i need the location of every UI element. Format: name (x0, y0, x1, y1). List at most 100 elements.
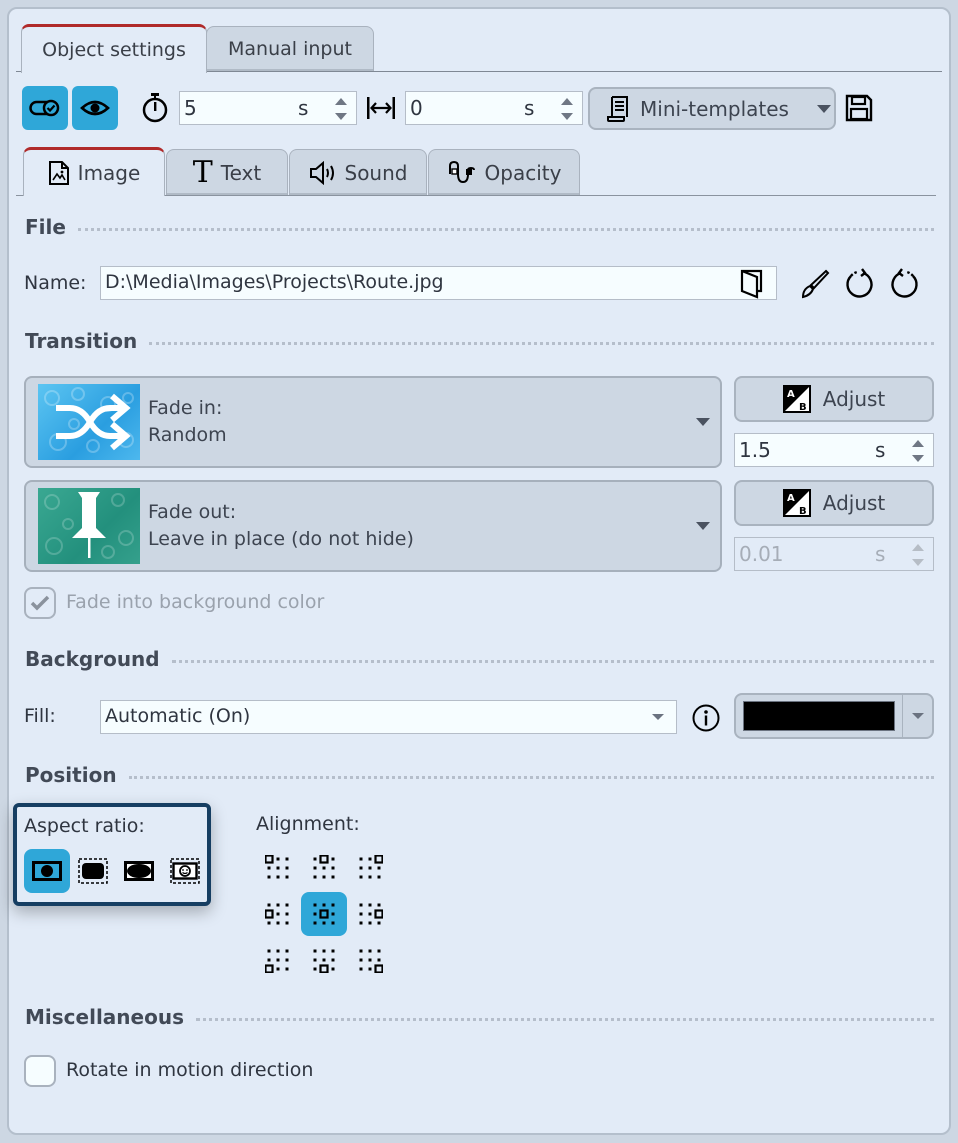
adjust-label: Adjust (822, 491, 886, 515)
fade-into-bg-checkbox[interactable] (24, 587, 56, 619)
tab-manual-input[interactable]: Manual input (206, 26, 374, 71)
subtab-label: Image (77, 161, 141, 185)
fade-in-duration-stepper[interactable] (911, 439, 925, 463)
fade-out-adjust-button[interactable]: A B Adjust (734, 480, 934, 526)
fade-in-duration-unit: s (875, 438, 886, 462)
svg-text:B: B (799, 402, 807, 413)
background-color-picker[interactable] (734, 693, 934, 739)
align-center-button[interactable] (301, 892, 347, 936)
mini-templates-dropdown[interactable]: Mini-templates (588, 87, 836, 130)
subtab-sound[interactable]: Sound (289, 149, 427, 195)
section-title: File (25, 215, 66, 239)
face-fit-icon (170, 858, 200, 884)
fade-out-duration-spinbox[interactable]: 0.01 s (734, 537, 934, 571)
stopwatch-icon (142, 93, 168, 123)
align-bottom-center-button[interactable] (301, 938, 347, 982)
rotate-motion-checkbox[interactable] (24, 1055, 56, 1087)
stretch-icon (124, 861, 154, 881)
floppy-disk-icon[interactable] (845, 94, 873, 122)
checkmark-icon (30, 595, 50, 611)
aspect-fit-button[interactable] (24, 849, 70, 893)
image-file-icon (48, 161, 69, 185)
align-top-left-button[interactable] (255, 846, 301, 890)
chevron-down-icon (912, 713, 924, 719)
align-bottom-right-icon (359, 949, 383, 973)
speaker-icon (309, 160, 334, 185)
align-center-icon (313, 903, 335, 925)
align-bottom-left-icon (265, 949, 289, 973)
align-middle-left-button[interactable] (255, 892, 301, 936)
duration-spinbox[interactable]: 5 s (179, 91, 357, 125)
align-bottom-right-button[interactable] (347, 938, 393, 982)
aspect-ratio-label: Aspect ratio: (24, 815, 145, 837)
align-bottom-left-button[interactable] (255, 938, 301, 982)
section-title: Position (25, 763, 117, 787)
pushpin-icon (44, 492, 134, 559)
fade-out-dropdown[interactable]: Fade out: Leave in place (do not hide) (24, 480, 722, 572)
fade-in-thumbnail (38, 384, 140, 460)
subtab-image[interactable]: Image (23, 147, 165, 196)
fade-out-title: Fade out: (148, 501, 237, 523)
fade-in-title: Fade in: (148, 397, 223, 419)
subtab-label: Sound (344, 160, 408, 185)
fade-out-duration-unit: s (875, 542, 886, 566)
open-folder-icon[interactable] (740, 269, 764, 299)
eye-icon (80, 100, 110, 116)
fade-in-adjust-button[interactable]: A B Adjust (734, 376, 934, 422)
offset-stepper[interactable] (560, 97, 574, 121)
align-middle-right-icon (359, 903, 383, 925)
file-name-value: D:\Media\Images\Projects\Route.jpg (105, 271, 444, 293)
tab-object-settings[interactable]: Object settings (21, 24, 207, 73)
rotate-left-icon[interactable] (843, 268, 875, 300)
alignment-label: Alignment: (256, 813, 360, 835)
align-top-center-button[interactable] (301, 846, 347, 890)
align-top-left-icon (265, 855, 289, 879)
section-title: Transition (25, 329, 138, 353)
align-top-right-icon (359, 855, 383, 879)
subtab-opacity[interactable]: Opacity (428, 149, 580, 195)
fill-select[interactable]: Automatic (On) (100, 700, 677, 734)
aspect-face-button[interactable] (162, 849, 208, 893)
align-top-center-icon (313, 855, 335, 879)
subtab-text[interactable]: T Text (166, 149, 288, 195)
offset-value: 0 (410, 96, 423, 120)
rotate-right-icon[interactable] (889, 268, 921, 300)
toggle-active-button[interactable] (22, 86, 68, 130)
chevron-down-icon (696, 522, 710, 530)
file-name-field[interactable]: D:\Media\Images\Projects\Route.jpg (100, 266, 777, 300)
brush-icon[interactable] (798, 268, 830, 300)
shuffle-icon (44, 387, 134, 453)
width-arrows-icon (367, 97, 395, 119)
chevron-down-icon (696, 418, 710, 426)
fade-in-value: Random (148, 424, 227, 446)
fade-in-dropdown[interactable]: Fade in: Random (24, 376, 722, 468)
aspect-stretch-button[interactable] (116, 849, 162, 893)
duration-stepper[interactable] (334, 97, 348, 121)
section-title: Miscellaneous (25, 1005, 184, 1029)
subtab-label: Opacity (484, 160, 562, 185)
alignment-grid (255, 846, 395, 982)
section-miscellaneous: Miscellaneous (25, 1005, 934, 1029)
align-middle-right-button[interactable] (347, 892, 393, 936)
info-icon[interactable] (691, 703, 721, 733)
section-transition: Transition (25, 329, 934, 353)
color-swatch (743, 701, 895, 731)
fade-out-value: Leave in place (do not hide) (148, 528, 414, 550)
section-background: Background (25, 647, 934, 671)
svg-text:A: A (787, 493, 795, 504)
offset-spinbox[interactable]: 0 s (405, 91, 583, 125)
fade-out-duration-stepper[interactable] (911, 543, 925, 567)
section-position: Position (25, 763, 934, 787)
fade-out-duration-value: 0.01 (739, 542, 784, 566)
tab-label: Manual input (228, 38, 352, 60)
align-bottom-center-icon (313, 949, 335, 973)
offset-unit: s (524, 96, 535, 120)
fade-in-duration-spinbox[interactable]: 1.5 s (734, 433, 934, 467)
aspect-crop-button[interactable] (70, 849, 116, 893)
fade-out-thumbnail (38, 488, 140, 564)
align-top-right-button[interactable] (347, 846, 393, 890)
visibility-button[interactable] (72, 86, 118, 130)
fill-value: Automatic (On) (105, 705, 251, 727)
section-title: Background (25, 647, 160, 671)
opacity-curve-icon (448, 160, 475, 183)
